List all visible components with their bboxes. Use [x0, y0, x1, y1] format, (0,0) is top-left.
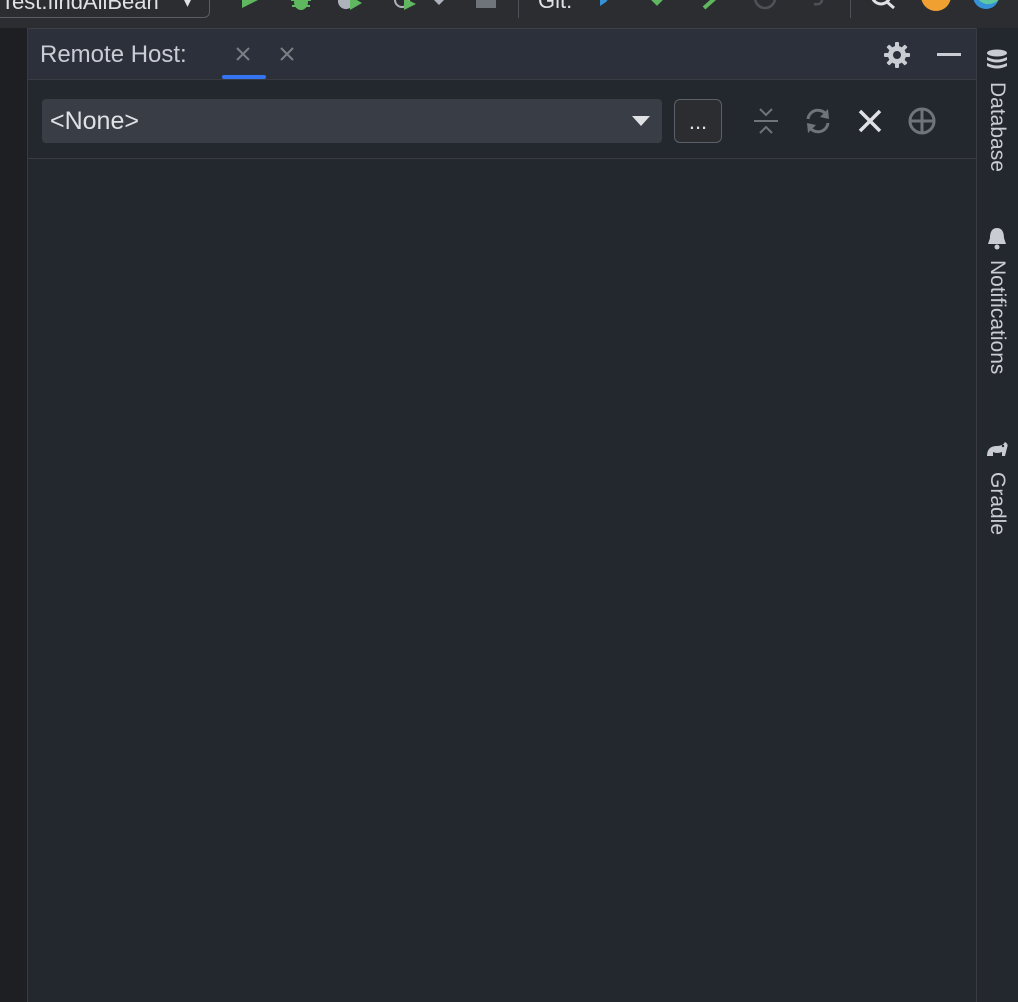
browse-hosts-button[interactable]: ...: [674, 99, 722, 143]
updates-badge-icon[interactable]: [920, 0, 952, 14]
run-with-coverage-icon[interactable]: [338, 0, 364, 14]
panel-title: Remote Host:: [40, 41, 187, 68]
search-icon[interactable]: [870, 0, 896, 14]
profile-icon[interactable]: [392, 0, 418, 14]
git-commit-icon[interactable]: [646, 0, 672, 14]
stripe-item-label: Notifications: [986, 260, 1009, 375]
stripe-item-gradle[interactable]: Gradle: [977, 436, 1018, 556]
chevron-down-icon: ▾: [183, 0, 191, 10]
remote-host-select[interactable]: <None>: [42, 99, 662, 143]
toolbar-separator: [518, 0, 519, 18]
stop-icon[interactable]: [474, 0, 500, 14]
tab-close-icon[interactable]: [232, 43, 254, 65]
active-tab-indicator: [222, 75, 266, 79]
git-push-icon[interactable]: [700, 0, 726, 14]
stripe-item-database[interactable]: Database: [977, 46, 1018, 196]
database-icon: [987, 49, 1007, 69]
toolbar-separator: [850, 0, 851, 18]
remote-host-select-value: <None>: [50, 107, 139, 135]
left-tool-stripe: [0, 28, 28, 1002]
dropdown-arrow-icon: [632, 116, 650, 126]
close-icon[interactable]: [276, 43, 298, 65]
ide-logo-icon[interactable]: [972, 0, 1002, 14]
minimize-icon[interactable]: [934, 40, 964, 70]
stripe-item-notifications[interactable]: Notifications: [977, 224, 1018, 394]
run-configuration-selector[interactable]: Test.findAllBean ▾: [0, 0, 210, 18]
right-tool-stripe: Database Notifications Gradle: [976, 28, 1018, 1002]
stripe-item-label: Gradle: [986, 472, 1009, 536]
gear-icon[interactable]: [882, 40, 912, 70]
main-toolbar: Test.findAllBean ▾ Git:: [0, 0, 1018, 29]
git-update-icon[interactable]: [596, 0, 622, 14]
bell-icon: [988, 228, 1006, 250]
git-label: Git:: [538, 0, 573, 13]
tool-window-header: Remote Host:: [28, 28, 976, 80]
run-icon[interactable]: [236, 0, 262, 14]
collapse-all-icon[interactable]: [750, 105, 782, 137]
run-configuration-label: Test.findAllBean: [1, 0, 159, 14]
debug-icon[interactable]: [288, 0, 314, 14]
locate-icon[interactable]: [906, 105, 938, 137]
remote-host-tree-empty: [28, 159, 976, 1002]
gradle-elephant-icon: [987, 442, 1008, 456]
history-icon[interactable]: [752, 0, 778, 14]
ide-window: Test.findAllBean ▾ Git: Remote Host: <No…: [0, 0, 1018, 1002]
chevron-down-icon[interactable]: [430, 0, 448, 14]
host-toolbar: <None> ...: [28, 80, 976, 159]
remote-host-tool-window: Remote Host: <None> ...: [28, 28, 976, 1002]
stripe-item-label: Database: [986, 82, 1009, 172]
close-icon[interactable]: [854, 105, 886, 137]
rollback-icon[interactable]: [808, 0, 834, 14]
refresh-icon[interactable]: [802, 105, 834, 137]
